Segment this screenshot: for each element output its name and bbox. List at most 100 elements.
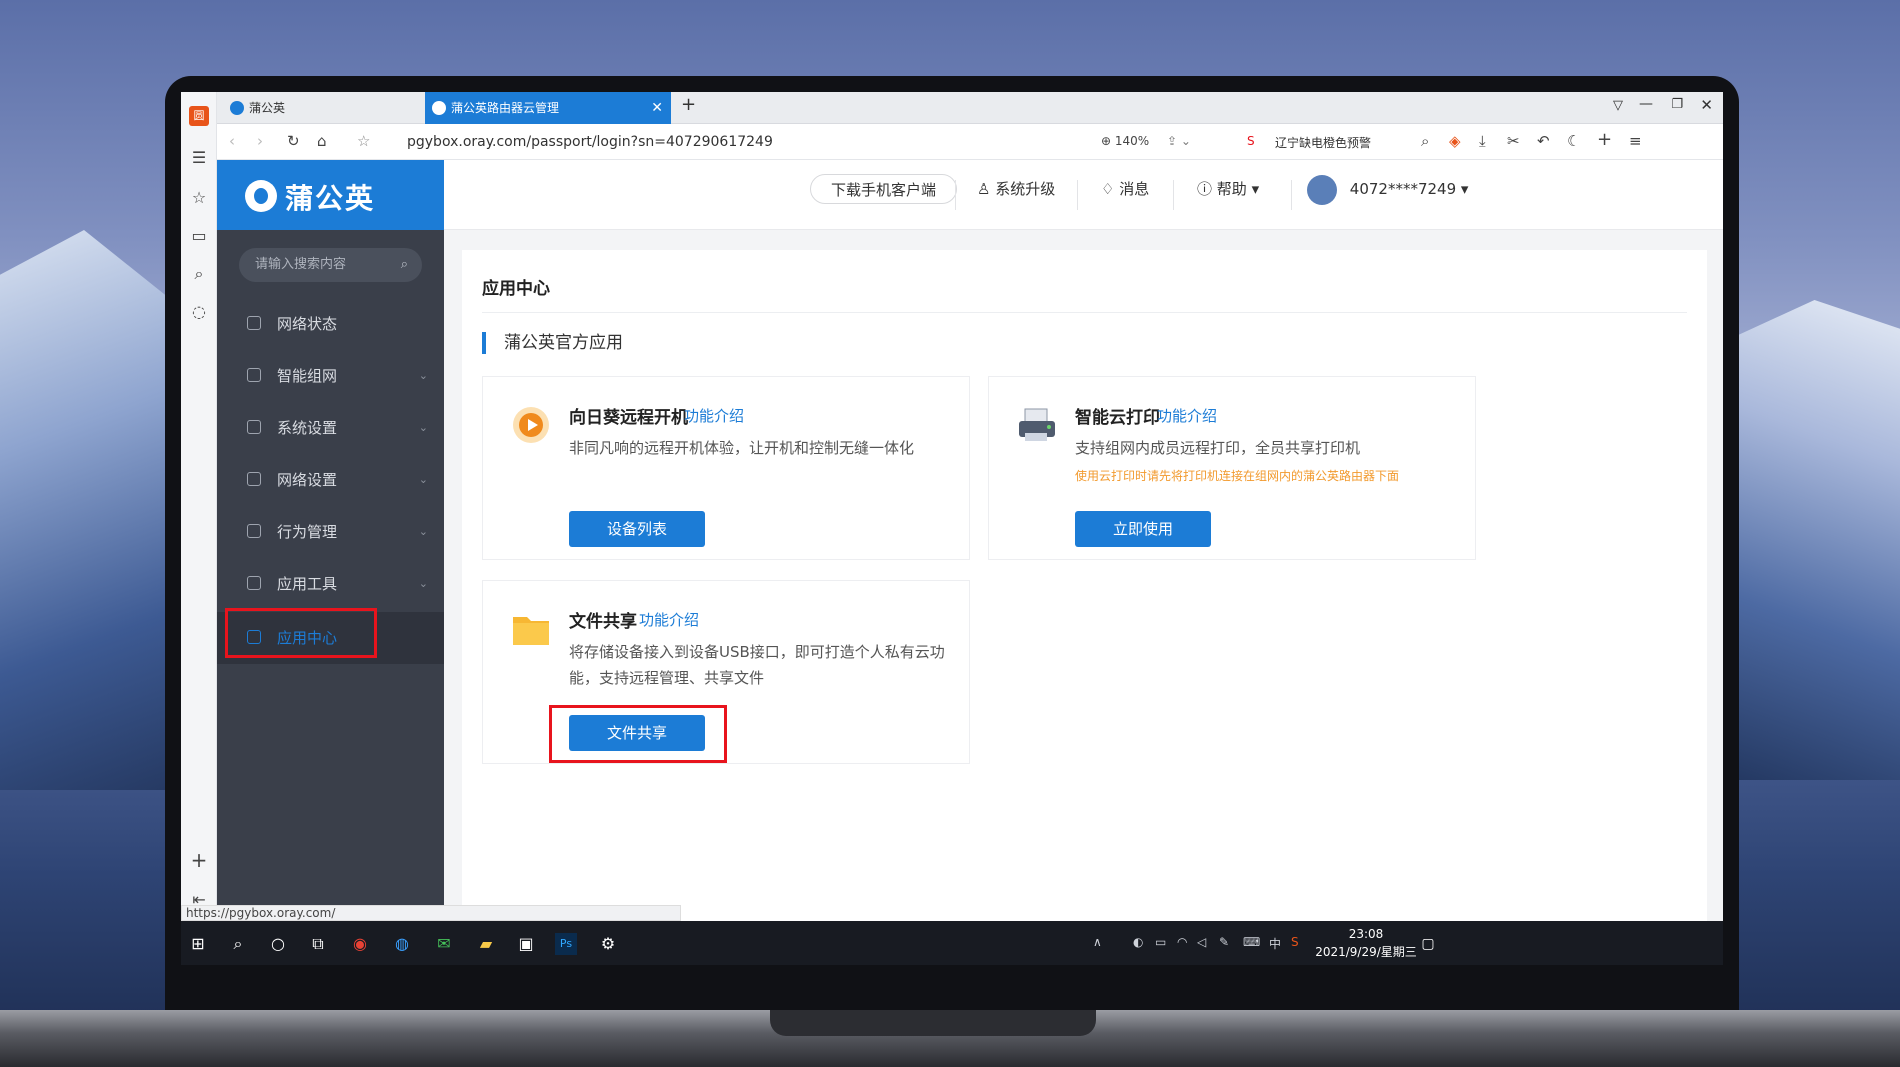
sogou-ime-icon[interactable]: S [1291, 935, 1299, 949]
search-icon[interactable]: ⌕ [1421, 132, 1429, 150]
feature-intro-link[interactable]: 功能介绍 [1157, 405, 1217, 426]
chrome-icon[interactable]: ◉ [349, 933, 371, 955]
windows-start-icon[interactable]: ⊞ [187, 933, 209, 955]
main-content: 应用中心 蒲公英官方应用 向日葵远程开机 功能介绍 非同凡响的远程开机体验，让开… [462, 250, 1707, 921]
tray-chevron-up-icon[interactable]: ∧ [1093, 935, 1102, 949]
book-icon[interactable]: ▭ [189, 226, 209, 246]
scissors-icon[interactable]: ✂ [1507, 132, 1520, 150]
url-input[interactable]: pgybox.oray.com/passport/login?sn=407290… [407, 134, 773, 150]
share-icon[interactable]: ⇪ ⌄ [1167, 134, 1191, 148]
download-icon[interactable]: ⤓ [1479, 132, 1486, 150]
search-input[interactable]: 请输入搜索内容 ⌕ [239, 248, 422, 282]
bell-up-icon: ♙ [977, 180, 996, 198]
ime-indicator[interactable]: 中 [1269, 935, 1281, 952]
card-warning: 使用云打印时请先将打印机连接在组网内的蒲公英路由器下面 [1075, 469, 1400, 483]
zoom-level[interactable]: ⊕ 140% [1101, 134, 1149, 148]
card-description: 非同凡响的远程开机体验，让开机和控制无缝一体化 [569, 439, 915, 457]
minimize-icon[interactable]: — [1639, 96, 1653, 112]
photoshop-icon[interactable]: Ps [555, 933, 577, 955]
page-title: 应用中心 [482, 279, 550, 299]
add-icon[interactable]: + [1597, 129, 1612, 150]
chevron-down-icon: ⌄ [418, 369, 428, 382]
nav-smart-network[interactable]: 智能组网 ⌄ [217, 350, 444, 402]
card-description: 将存储设备接入到设备USB接口，即可打造个人私有云功能，支持远程管理、共享文件 [569, 643, 945, 687]
pen-icon[interactable]: ✎ [1219, 935, 1229, 949]
home-icon[interactable]: ⌂ [317, 132, 327, 150]
settings-gear-icon[interactable]: ⚙ [597, 933, 619, 955]
night-mode-icon[interactable]: ☾ [1567, 132, 1580, 150]
battery-icon[interactable]: ▭ [1155, 935, 1166, 949]
task-view-icon[interactable]: ⧉ [307, 933, 329, 955]
reload-icon[interactable]: ↻ [287, 132, 300, 150]
favorites-star-icon[interactable]: ☆ [189, 188, 209, 208]
restore-icon[interactable]: ❐ [1671, 97, 1683, 112]
app-icon[interactable]: ▣ [515, 933, 537, 955]
tab-router-cloud[interactable]: 蒲公英路由器云管理 ✕ [425, 92, 671, 124]
device-list-button[interactable]: 设备列表 [569, 511, 705, 547]
bookmark-star-icon[interactable]: ☆ [357, 132, 370, 150]
nav-label: 行为管理 [277, 523, 338, 541]
messages-button[interactable]: ♢ 消息 [1101, 174, 1149, 204]
news-ticker[interactable]: 辽宁缺电橙色预警 [1275, 134, 1371, 151]
menu-shirt-icon[interactable]: ▽ [1613, 98, 1623, 113]
header-divider [1173, 180, 1174, 210]
feature-intro-link[interactable]: 功能介绍 [639, 609, 699, 630]
search-icon[interactable]: ⌕ [189, 264, 209, 284]
header-divider [1291, 180, 1292, 210]
notification-icon[interactable]: ▢ [1417, 933, 1439, 955]
browser-logo-icon[interactable]: 圆 [189, 106, 209, 126]
system-upgrade-button[interactable]: ♙ 系统升级 [977, 174, 1055, 204]
undo-icon[interactable]: ↶ [1537, 132, 1550, 150]
app-card-sunlogin: 向日葵远程开机 功能介绍 非同凡响的远程开机体验，让开机和控制无缝一体化 设备列… [482, 376, 970, 560]
close-window-icon[interactable]: ✕ [1700, 96, 1713, 114]
tray-app-icon[interactable]: ◐ [1133, 935, 1143, 949]
user-menu[interactable]: 4072****7249 ▾ [1307, 174, 1468, 205]
game-icon[interactable]: ◈ [1449, 132, 1461, 150]
app-header: 蒲公英 下载手机客户端 ♙ 系统升级 ♢ 消息 ⓘ 帮助 ▾ 4072****7… [217, 160, 1723, 230]
reader-icon[interactable]: ☰ [189, 148, 209, 168]
browser-app-icon[interactable]: ◍ [391, 933, 413, 955]
app-logo[interactable]: 蒲公英 [217, 160, 444, 230]
help-icon: ⓘ [1197, 180, 1217, 198]
file-explorer-icon[interactable]: ▰ [475, 933, 497, 955]
nav-system-settings[interactable]: 系统设置 ⌄ [217, 402, 444, 454]
nav-network-status[interactable]: 网络状态 [217, 298, 444, 350]
new-tab-icon[interactable]: + [681, 94, 696, 115]
nav-app-tools[interactable]: 应用工具 ⌄ [217, 558, 444, 610]
volume-icon[interactable]: ◁ [1197, 935, 1206, 949]
wechat-icon[interactable]: ✉ [433, 933, 455, 955]
sogou-icon: S [1247, 134, 1255, 148]
feature-intro-link[interactable]: 功能介绍 [684, 405, 744, 426]
use-now-button[interactable]: 立即使用 [1075, 511, 1211, 547]
upgrade-label: 系统升级 [995, 180, 1056, 198]
close-tab-icon[interactable]: ✕ [651, 92, 663, 124]
nav-label: 智能组网 [277, 367, 338, 385]
zoom-icon: ⊕ [1101, 134, 1115, 148]
address-bar: ‹ › ↻ ⌂ ☆ pgybox.oray.com/passport/login… [217, 124, 1723, 160]
chat-icon[interactable]: ◌ [189, 302, 209, 322]
menu-icon[interactable]: ≡ [1629, 132, 1642, 150]
cortana-icon[interactable]: ○ [267, 933, 289, 955]
add-icon[interactable]: + [189, 850, 209, 870]
wifi-icon[interactable]: ◠ [1177, 935, 1187, 949]
nav-network-settings[interactable]: 网络设置 ⌄ [217, 454, 444, 506]
nav-behavior-management[interactable]: 行为管理 ⌄ [217, 506, 444, 558]
help-button[interactable]: ⓘ 帮助 ▾ [1197, 174, 1259, 204]
folder-icon [509, 607, 553, 651]
nav-label: 应用工具 [277, 575, 338, 593]
app-sidebar: 请输入搜索内容 ⌕ 网络状态 智能组网 ⌄ 系统设置 ⌄ 网络设置 ⌄ 行为管理 ⌄ 应… [217, 230, 444, 921]
tab-pugongying[interactable]: 蒲公英 [223, 92, 423, 124]
forward-icon[interactable]: › [257, 132, 263, 150]
smart-network-icon [247, 368, 261, 382]
tab-favicon-icon [230, 101, 244, 115]
clock[interactable]: 23:08 2021/9/29/星期三 [1311, 925, 1421, 961]
settings-icon [247, 420, 261, 434]
search-placeholder: 请输入搜索内容 [255, 257, 347, 272]
search-icon[interactable]: ⌕ [227, 933, 249, 955]
back-icon[interactable]: ‹ [229, 132, 235, 150]
browser-tab-bar: 蒲公英 蒲公英路由器云管理 ✕ + ▽ — ❐ ✕ [217, 92, 1723, 124]
download-client-button[interactable]: 下载手机客户端 [810, 174, 958, 204]
tab-label: 蒲公英 [249, 101, 286, 115]
keyboard-icon[interactable]: ⌨ [1243, 935, 1260, 949]
chevron-down-icon: ▾ [1246, 180, 1260, 198]
